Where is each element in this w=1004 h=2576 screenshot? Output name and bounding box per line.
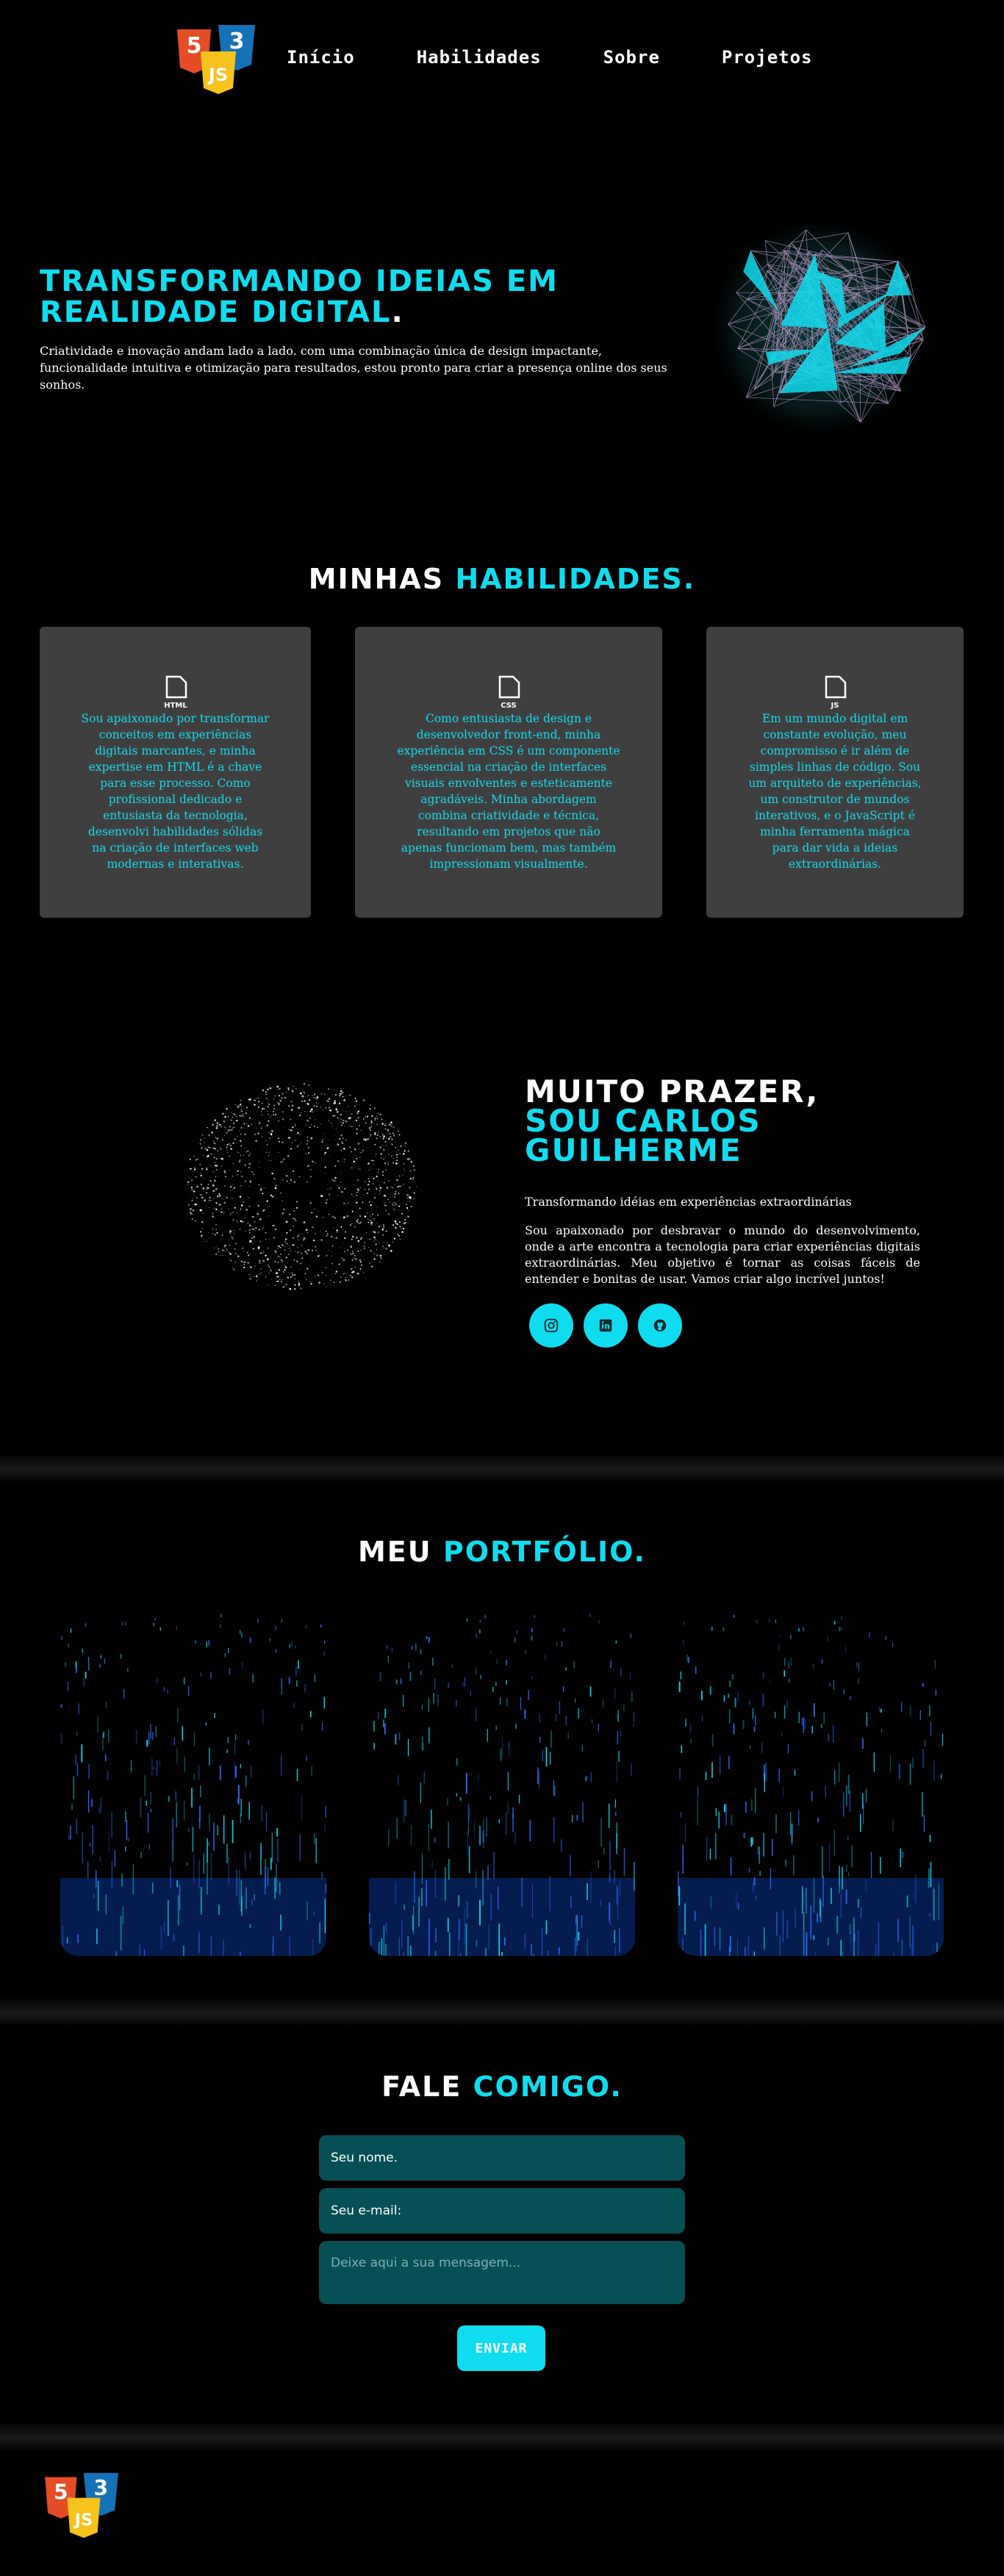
email-input[interactable] <box>319 2188 685 2234</box>
skills-title-accent: HABILIDADES. <box>455 563 696 595</box>
nav-link-projetos[interactable]: Projetos <box>722 47 813 68</box>
message-input[interactable] <box>319 2241 685 2304</box>
github-icon <box>653 1319 667 1332</box>
about-title: MUITO PRAZER, SOU CARLOS GUILHERME <box>525 1076 819 1168</box>
portfolio-title-accent: PORTFÓLIO. <box>442 1536 646 1568</box>
contact-title-accent: COMIGO. <box>473 2070 623 2103</box>
about-text: Sou apaixonado por desbravar o mundo do … <box>525 1223 920 1286</box>
instagram-button[interactable] <box>529 1303 573 1348</box>
hero-title: TRANSFORMANDO IDEIAS EM REALIDADE DIGITA… <box>40 266 559 328</box>
project-image <box>369 1613 635 1956</box>
network-globe-image <box>702 209 937 445</box>
about-subtitle: Transformando idéias em experiências ext… <box>525 1195 852 1209</box>
project-image <box>60 1613 326 1956</box>
project-card-2[interactable] <box>369 1613 635 1956</box>
skill-card-html: HTML Sou apaixonado por transformar conc… <box>40 627 311 918</box>
svg-text:5: 5 <box>187 33 202 59</box>
main-nav: Início Habilidades Sobre Projetos <box>287 47 875 68</box>
linkedin-button[interactable] <box>584 1303 628 1348</box>
nav-link-sobre[interactable]: Sobre <box>603 47 660 68</box>
section-divider <box>0 1997 1004 2026</box>
contact-title: FALE COMIGO. <box>0 2070 1004 2103</box>
skill-card-css: CSS Como entusiasta de design e desenvol… <box>355 627 662 918</box>
project-card-3[interactable] <box>678 1613 944 1956</box>
svg-text:5: 5 <box>54 2480 68 2504</box>
svg-text:JS: JS <box>831 702 839 709</box>
svg-text:3: 3 <box>94 2476 109 2500</box>
hero-title-line1: TRANSFORMANDO IDEIAS EM <box>40 265 559 298</box>
svg-text:HTML: HTML <box>164 702 187 709</box>
skills-title: MINHAS HABILIDADES. <box>0 563 1004 595</box>
linkedin-icon <box>599 1319 612 1332</box>
skills-title-plain: MINHAS <box>308 563 456 595</box>
skill-card-js: JS Em um mundo digital em constante evol… <box>706 627 964 918</box>
github-button[interactable] <box>638 1303 682 1348</box>
send-button[interactable]: ENVIAR <box>457 2325 545 2371</box>
section-divider <box>0 2422 1004 2451</box>
footer-logo[interactable]: 5 3 JS <box>40 2470 125 2539</box>
section-divider <box>0 1453 1004 1483</box>
hero-title-line2: REALIDADE DIGITAL <box>40 295 392 329</box>
html-css-js-logo[interactable]: 5 3 JS <box>174 22 259 96</box>
hero-title-dot: . <box>391 295 404 329</box>
project-card-1[interactable] <box>60 1613 326 1956</box>
nav-link-inicio[interactable]: Início <box>287 47 355 68</box>
js-file-icon: JS <box>825 675 847 709</box>
site-header: 5 3 JS Início Habilidades Sobre Projetos <box>0 0 1004 125</box>
skill-card-text: Como entusiasta de design e desenvolvedo… <box>397 712 620 871</box>
name-input[interactable] <box>319 2135 685 2181</box>
contact-title-plain: FALE <box>381 2070 473 2103</box>
portfolio-title: MEU PORTFÓLIO. <box>0 1536 1004 1568</box>
skill-card-text: Em um mundo digital em constante evoluçã… <box>748 712 922 871</box>
html-file-icon: HTML <box>164 675 187 709</box>
svg-text:CSS: CSS <box>501 702 516 709</box>
about-title-line3: GUILHERME <box>525 1132 742 1168</box>
portfolio-title-plain: MEU <box>357 1536 443 1568</box>
svg-text:JS: JS <box>207 65 228 85</box>
skill-card-text: Sou apaixonado por transformar conceitos… <box>81 712 270 871</box>
hero-text: Criatividade e inovação andam lado a lad… <box>40 344 667 392</box>
project-image <box>678 1613 944 1956</box>
particle-sphere-image <box>187 1083 417 1290</box>
svg-text:3: 3 <box>229 29 245 54</box>
nav-link-habilidades[interactable]: Habilidades <box>417 47 542 68</box>
css-file-icon: CSS <box>498 675 520 709</box>
instagram-icon <box>544 1318 559 1333</box>
svg-text:JS: JS <box>73 2511 93 2530</box>
